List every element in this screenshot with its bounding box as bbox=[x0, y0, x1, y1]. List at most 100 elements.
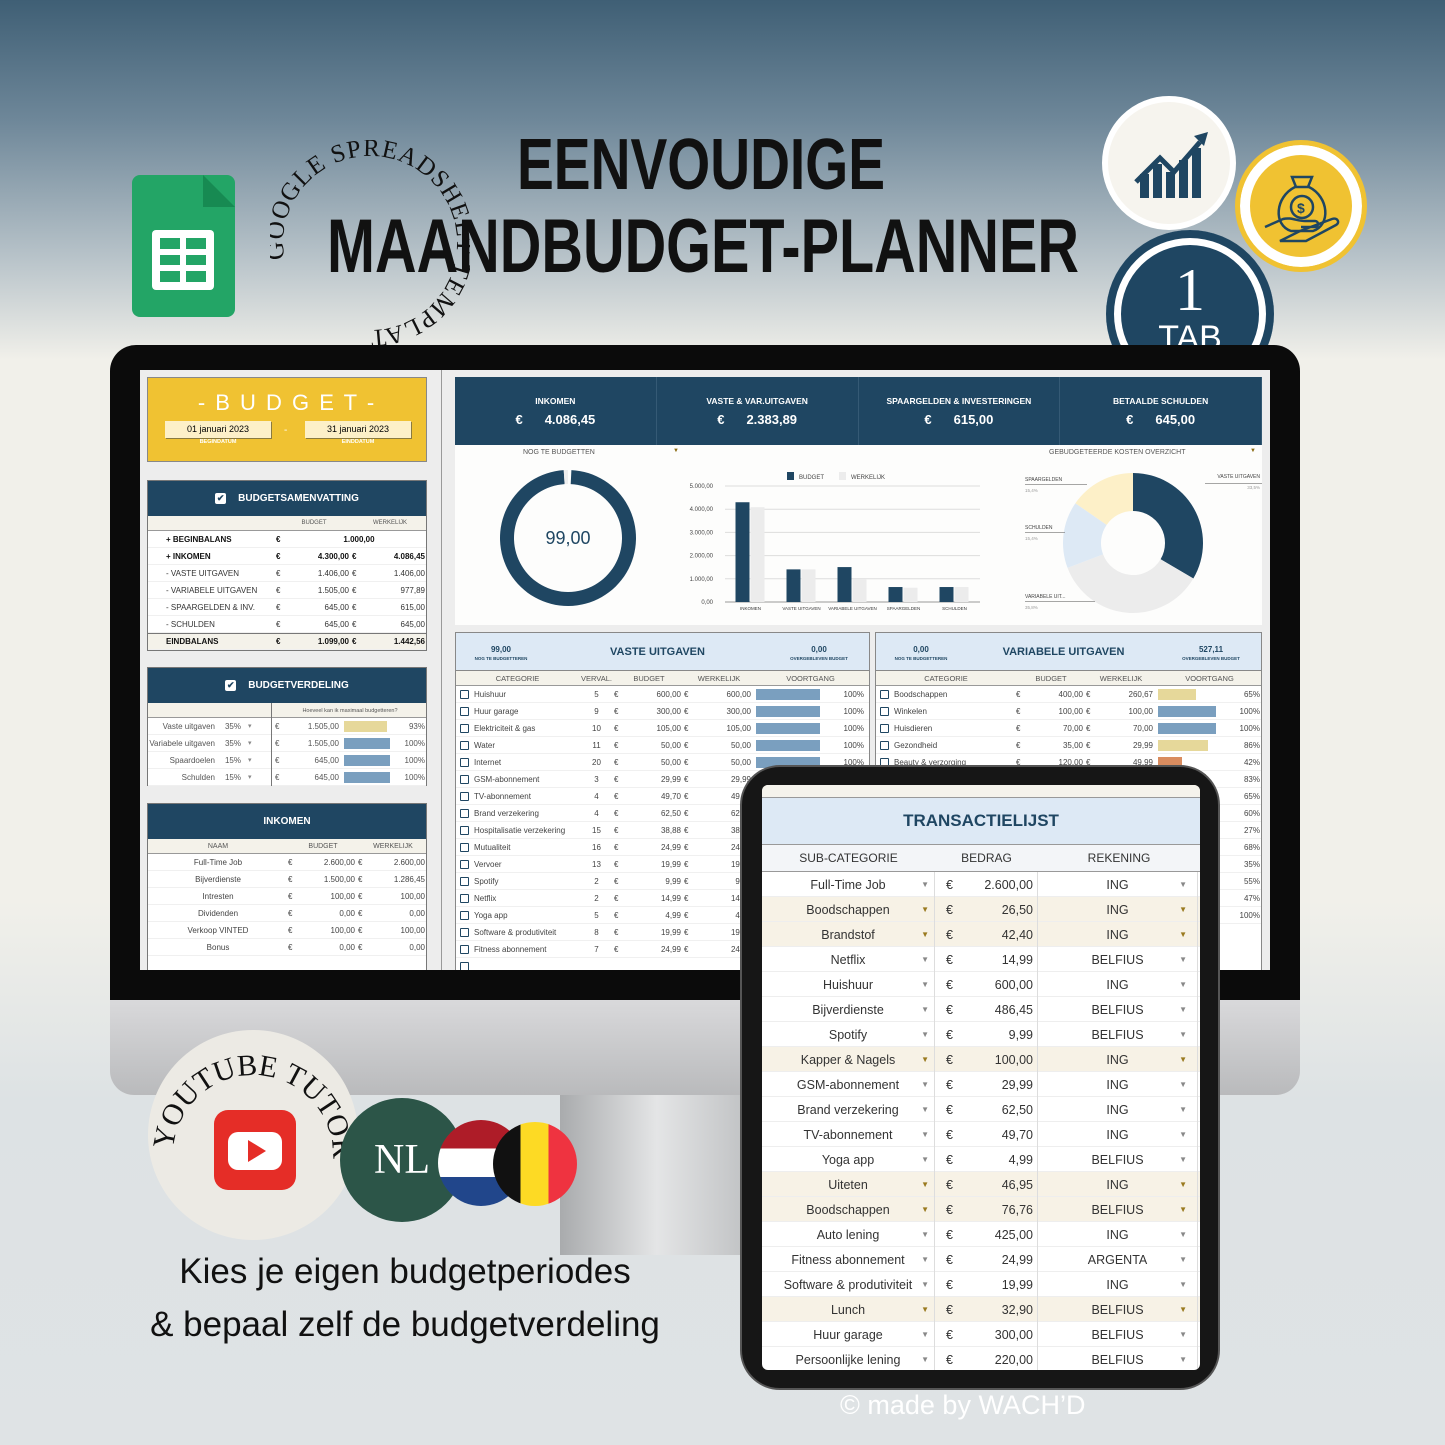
paid-checkbox[interactable] bbox=[460, 757, 469, 767]
sub-category-select[interactable]: Brand verzekering ▼ bbox=[762, 1097, 935, 1122]
sub-category-select[interactable]: Auto lening ▼ bbox=[762, 1222, 935, 1247]
percentage-select[interactable]: 15% bbox=[218, 756, 248, 765]
dropdown-icon[interactable]: ▼ bbox=[1179, 880, 1187, 889]
dropdown-icon[interactable]: ▼ bbox=[921, 1030, 929, 1039]
paid-checkbox[interactable] bbox=[460, 689, 469, 699]
dropdown-icon[interactable]: ▼ bbox=[921, 880, 929, 889]
sub-category-select[interactable]: Kapper & Nagels ▼ bbox=[762, 1047, 935, 1072]
dropdown-icon[interactable]: ▼ bbox=[921, 955, 929, 964]
dropdown-icon[interactable]: ▼ bbox=[1179, 1080, 1187, 1089]
end-date-field[interactable]: 31 januari 2023 bbox=[305, 421, 411, 438]
paid-checkbox[interactable] bbox=[460, 825, 469, 835]
paid-checkbox[interactable] bbox=[460, 723, 469, 733]
paid-checkbox[interactable] bbox=[460, 842, 469, 852]
paid-checkbox[interactable] bbox=[460, 774, 469, 784]
chart-dropdown-icon[interactable]: ▼ bbox=[673, 448, 679, 454]
dropdown-icon[interactable]: ▼ bbox=[1179, 1155, 1187, 1164]
dropdown-icon[interactable]: ▼ bbox=[1179, 1180, 1187, 1189]
sub-category-select[interactable]: Brandstof ▼ bbox=[762, 922, 935, 947]
dropdown-icon[interactable]: ▼ bbox=[1179, 930, 1187, 939]
dropdown-icon[interactable]: ▼ bbox=[921, 1280, 929, 1289]
account-select[interactable]: BELFIUS ▼ bbox=[1038, 1347, 1198, 1370]
paid-checkbox[interactable] bbox=[880, 740, 889, 750]
dropdown-icon[interactable]: ▼ bbox=[1179, 1105, 1187, 1114]
paid-checkbox[interactable] bbox=[460, 927, 469, 937]
sub-category-select[interactable]: Boodschappen ▼ bbox=[762, 1197, 935, 1222]
dropdown-icon[interactable]: ▼ bbox=[921, 1230, 929, 1239]
dropdown-icon[interactable]: ▾ bbox=[248, 718, 272, 735]
account-select[interactable]: ING ▼ bbox=[1038, 1122, 1198, 1147]
account-select[interactable]: ARGENTA ▼ bbox=[1038, 1247, 1198, 1272]
dropdown-icon[interactable]: ▼ bbox=[921, 1005, 929, 1014]
dropdown-icon[interactable]: ▼ bbox=[921, 1255, 929, 1264]
dropdown-icon[interactable]: ▼ bbox=[921, 1130, 929, 1139]
dropdown-icon[interactable]: ▼ bbox=[1179, 1005, 1187, 1014]
dropdown-icon[interactable]: ▼ bbox=[921, 1305, 929, 1314]
sub-category-select[interactable]: TV-abonnement ▼ bbox=[762, 1122, 935, 1147]
dropdown-icon[interactable]: ▾ bbox=[248, 769, 272, 786]
account-select[interactable]: ING ▼ bbox=[1038, 1222, 1198, 1247]
dropdown-icon[interactable]: ▼ bbox=[921, 1205, 929, 1214]
paid-checkbox[interactable] bbox=[460, 740, 469, 750]
paid-checkbox[interactable] bbox=[460, 859, 469, 869]
account-select[interactable]: BELFIUS ▼ bbox=[1038, 947, 1198, 972]
paid-checkbox[interactable] bbox=[460, 961, 469, 970]
dropdown-icon[interactable]: ▼ bbox=[921, 1355, 929, 1364]
chart-dropdown-icon[interactable]: ▼ bbox=[1250, 448, 1256, 454]
percentage-select[interactable]: 15% bbox=[218, 773, 248, 782]
dropdown-icon[interactable]: ▼ bbox=[1179, 1355, 1187, 1364]
paid-checkbox[interactable] bbox=[460, 893, 469, 903]
sub-category-select[interactable]: Huur garage ▼ bbox=[762, 1322, 935, 1347]
paid-checkbox[interactable] bbox=[880, 689, 889, 699]
dropdown-icon[interactable]: ▼ bbox=[921, 905, 929, 914]
dropdown-icon[interactable]: ▼ bbox=[1179, 1280, 1187, 1289]
percentage-select[interactable]: 35% bbox=[218, 722, 248, 731]
dropdown-icon[interactable]: ▼ bbox=[921, 980, 929, 989]
checkbox-icon[interactable]: ✔ bbox=[225, 680, 237, 691]
dropdown-icon[interactable]: ▼ bbox=[1179, 1230, 1187, 1239]
sub-category-select[interactable]: Fitness abonnement ▼ bbox=[762, 1247, 935, 1272]
paid-checkbox[interactable] bbox=[460, 910, 469, 920]
sub-category-select[interactable]: Yoga app ▼ bbox=[762, 1147, 935, 1172]
account-select[interactable]: BELFIUS ▼ bbox=[1038, 997, 1198, 1022]
sub-category-select[interactable]: Uiteten ▼ bbox=[762, 1172, 935, 1197]
dropdown-icon[interactable]: ▾ bbox=[248, 735, 272, 752]
youtube-icon[interactable] bbox=[214, 1110, 296, 1190]
account-select[interactable]: BELFIUS ▼ bbox=[1038, 1022, 1198, 1047]
paid-checkbox[interactable] bbox=[460, 791, 469, 801]
sub-category-select[interactable]: Huishuur ▼ bbox=[762, 972, 935, 997]
account-select[interactable]: BELFIUS ▼ bbox=[1038, 1322, 1198, 1347]
dropdown-icon[interactable]: ▼ bbox=[921, 1155, 929, 1164]
paid-checkbox[interactable] bbox=[460, 706, 469, 716]
percentage-select[interactable]: 35% bbox=[218, 739, 248, 748]
account-select[interactable]: ING ▼ bbox=[1038, 897, 1198, 922]
dropdown-icon[interactable]: ▼ bbox=[1179, 905, 1187, 914]
paid-checkbox[interactable] bbox=[460, 944, 469, 954]
dropdown-icon[interactable]: ▼ bbox=[1179, 980, 1187, 989]
account-select[interactable]: ING ▼ bbox=[1038, 1097, 1198, 1122]
sub-category-select[interactable]: Bijverdienste ▼ bbox=[762, 997, 935, 1022]
dropdown-icon[interactable]: ▼ bbox=[1179, 1030, 1187, 1039]
sub-category-select[interactable]: Boodschappen ▼ bbox=[762, 897, 935, 922]
dropdown-icon[interactable]: ▼ bbox=[921, 1055, 929, 1064]
dropdown-icon[interactable]: ▼ bbox=[1179, 1130, 1187, 1139]
paid-checkbox[interactable] bbox=[880, 706, 889, 716]
sub-category-select[interactable]: GSM-abonnement ▼ bbox=[762, 1072, 935, 1097]
dropdown-icon[interactable]: ▼ bbox=[921, 930, 929, 939]
account-select[interactable]: BELFIUS ▼ bbox=[1038, 1297, 1198, 1322]
paid-checkbox[interactable] bbox=[880, 723, 889, 733]
sub-category-select[interactable]: Lunch ▼ bbox=[762, 1297, 935, 1322]
dropdown-icon[interactable]: ▼ bbox=[1179, 1305, 1187, 1314]
account-select[interactable]: BELFIUS ▼ bbox=[1038, 1147, 1198, 1172]
sub-category-select[interactable]: Software & produtiviteit ▼ bbox=[762, 1272, 935, 1297]
account-select[interactable]: ING ▼ bbox=[1038, 972, 1198, 997]
account-select[interactable]: ING ▼ bbox=[1038, 1172, 1198, 1197]
account-select[interactable]: ING ▼ bbox=[1038, 1072, 1198, 1097]
account-select[interactable]: ING ▼ bbox=[1038, 872, 1198, 897]
paid-checkbox[interactable] bbox=[460, 808, 469, 818]
sub-category-select[interactable]: Full-Time Job ▼ bbox=[762, 872, 935, 897]
dropdown-icon[interactable]: ▼ bbox=[1179, 1330, 1187, 1339]
account-select[interactable]: ING ▼ bbox=[1038, 1047, 1198, 1072]
dropdown-icon[interactable]: ▼ bbox=[1179, 1205, 1187, 1214]
dropdown-icon[interactable]: ▼ bbox=[921, 1080, 929, 1089]
